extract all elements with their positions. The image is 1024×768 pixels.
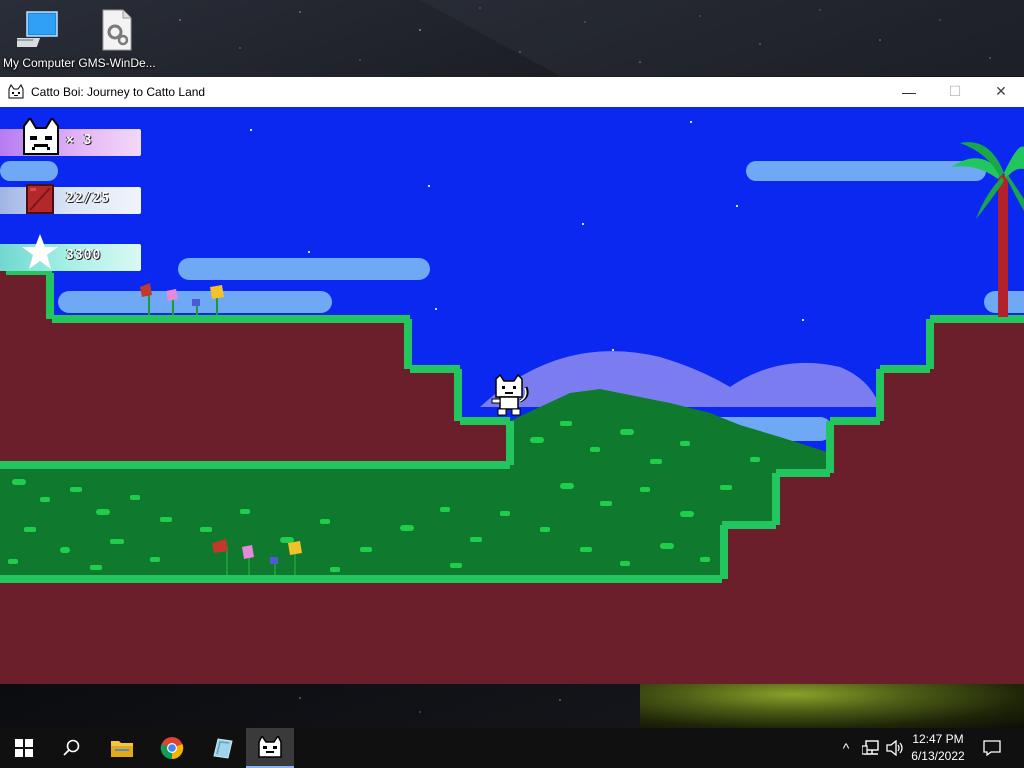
gamemaker-icon: [213, 738, 233, 759]
game-window: Catto Boi: Journey to Catto Land — ☐ ✕ ×…: [0, 77, 1024, 684]
desktop-icon-label: My Computer: [2, 56, 76, 70]
minimize-button[interactable]: —: [886, 77, 932, 106]
window-title: Catto Boi: Journey to Catto Land: [31, 84, 206, 99]
close-button[interactable]: ✕: [978, 77, 1024, 106]
start-button[interactable]: [0, 728, 48, 768]
cat-app-icon: [258, 736, 282, 758]
hud-score: 3300: [66, 248, 102, 263]
taskbar-file-explorer[interactable]: [98, 728, 146, 768]
clock-time: 12:47 PM: [912, 732, 964, 746]
maximize-button[interactable]: ☐: [932, 77, 978, 106]
desktop-icon-my-computer[interactable]: My Computer: [0, 6, 78, 76]
chrome-icon: [160, 737, 184, 760]
game-scene: [0, 107, 1024, 684]
game-viewport[interactable]: × 3 22/25 3300: [0, 107, 1024, 684]
settings-file-icon: [95, 8, 139, 52]
notification-icon: [983, 740, 1001, 756]
search-button[interactable]: [48, 728, 96, 768]
hud-lives-count: × 3: [66, 133, 93, 148]
clock-date: 6/13/2022: [911, 749, 965, 763]
window-titlebar[interactable]: Catto Boi: Journey to Catto Land — ☐ ✕: [0, 77, 1024, 106]
hud-bricks-count: 22/25: [66, 191, 111, 206]
desktop-icon-gms-file[interactable]: GMS-WinDe...: [78, 6, 156, 76]
computer-icon: [6, 8, 61, 52]
taskbar-catto-boi[interactable]: [246, 728, 294, 768]
taskbar-clock[interactable]: 12:47 PM 6/13/2022: [910, 731, 966, 765]
taskbar: ^ 12:47 PM 6/13/2022: [0, 728, 1024, 768]
network-icon[interactable]: [860, 728, 882, 768]
brick-icon: [26, 184, 54, 214]
search-icon: [63, 739, 80, 756]
star-icon: [22, 234, 58, 269]
cat-face-icon: [23, 118, 59, 155]
taskbar-gamemaker[interactable]: [198, 728, 246, 768]
folder-icon: [111, 741, 133, 757]
notification-center-button[interactable]: [978, 728, 1006, 768]
wallpaper-ground: [640, 680, 1024, 728]
desktop-icon-label: GMS-WinDe...: [78, 56, 156, 70]
tray-overflow-chevron[interactable]: ^: [836, 728, 856, 768]
taskbar-chrome[interactable]: [148, 728, 196, 768]
windows-start-icon: [15, 739, 33, 757]
volume-icon[interactable]: [884, 728, 906, 768]
cat-app-icon: [8, 83, 24, 98]
